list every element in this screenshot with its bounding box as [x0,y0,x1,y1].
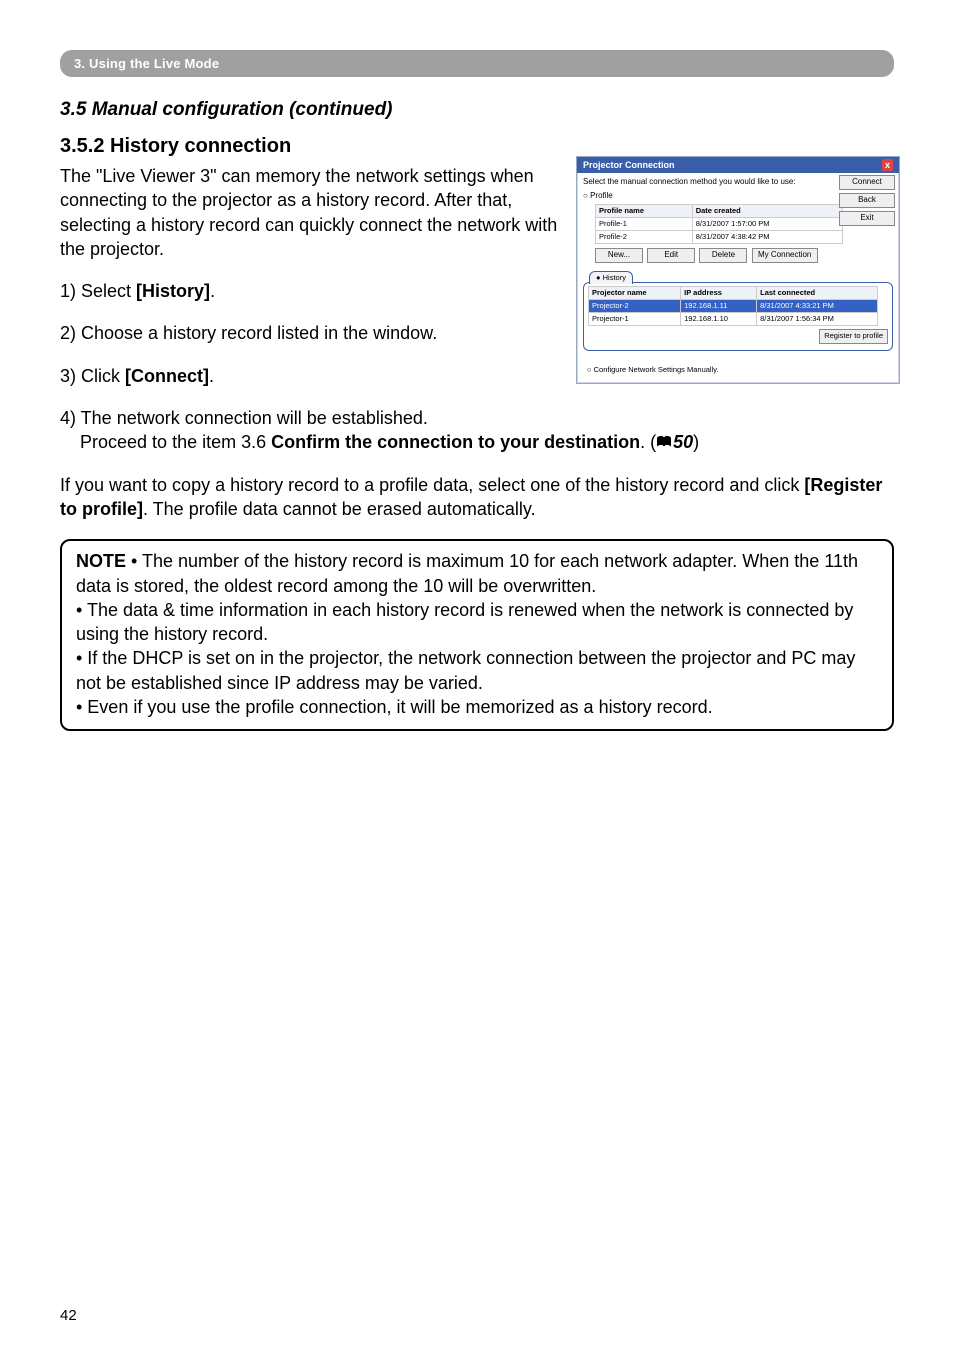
intro-paragraph: The "Live Viewer 3" can memory the netwo… [60,164,570,261]
table-row[interactable]: Profile-18/31/2007 1:57:00 PM [596,217,843,230]
book-icon [656,436,672,449]
hist-col-name: Projector name [589,287,681,300]
history-box: Projector nameIP addressLast connected P… [583,282,893,351]
hist-col-last: Last connected [757,287,878,300]
note-bullet-4: • Even if you use the profile connection… [76,697,713,717]
profile-table: Profile nameDate created Profile-18/31/2… [595,204,843,244]
delete-button[interactable]: Delete [699,248,747,263]
back-button[interactable]: Back [839,193,895,208]
step1-bold: [History] [136,281,210,301]
radio-history-label: History [603,273,626,282]
step-1: 1) Select [History]. [60,279,570,303]
hist-col-ip: IP address [681,287,757,300]
page-number: 42 [60,1307,77,1324]
step4-ref: 50 [673,432,693,452]
step1-post: . [210,281,215,301]
dialog-screenshot: Projector Connection x Connect Back Exit… [576,156,900,384]
note-bullet-3: • If the DHCP is set on in the projector… [76,648,855,692]
table-row[interactable]: Projector-1192.168.1.108/31/2007 1:56:34… [589,313,878,326]
cell: 8/31/2007 4:33:21 PM [757,300,878,313]
dialog-instruction: Select the manual connection method you … [583,177,823,188]
section-heading: 3.5 Manual configuration (continued) [60,99,894,121]
cfg-manual-label: Configure Network Settings Manually. [594,365,719,374]
step4-line2-post: . ( [640,432,656,452]
table-row[interactable]: Projector-2192.168.1.118/31/2007 4:33:21… [589,300,878,313]
para2-post: . The profile data cannot be erased auto… [143,499,536,519]
step4-close: ) [693,432,699,452]
profile-col-date: Date created [692,204,842,217]
step4-line1: 4) The network connection will be establ… [60,408,428,428]
cell: 8/31/2007 4:38:42 PM [692,230,842,243]
note-bullet-2: • The data & time information in each hi… [76,600,853,644]
radio-profile-label: Profile [590,191,613,200]
history-table: Projector nameIP addressLast connected P… [588,286,878,326]
note-box: NOTE • The number of the history record … [60,539,894,731]
step-4: 4) The network connection will be establ… [60,406,894,455]
close-icon[interactable]: x [882,159,893,171]
cell: 8/31/2007 1:56:34 PM [757,313,878,326]
cell: 8/31/2007 1:57:00 PM [692,217,842,230]
radio-history[interactable]: ● History [589,271,633,284]
cell: Projector-2 [589,300,681,313]
note-label: NOTE [76,551,126,571]
register-to-profile-button[interactable]: Register to profile [819,329,888,343]
radio-configure-manually[interactable]: ○ Configure Network Settings Manually. [587,365,893,375]
profile-col-name: Profile name [596,204,693,217]
edit-button[interactable]: Edit [647,248,695,263]
step3-post: . [209,366,214,386]
cell: 192.168.1.11 [681,300,757,313]
step-2: 2) Choose a history record listed in the… [60,321,570,345]
my-connection-button[interactable]: My Connection [752,248,818,263]
new-button[interactable]: New... [595,248,643,263]
connect-button[interactable]: Connect [839,175,895,190]
step4-line2-pre: Proceed to the item 3.6 [80,432,271,452]
dialog-titlebar: Projector Connection x [577,157,899,173]
step3-pre: 3) Click [60,366,125,386]
step4-line2-bold: Confirm the connection to your destinati… [271,432,640,452]
dialog-title-text: Projector Connection [583,159,675,171]
subsection-heading: 3.5.2 History connection [60,135,894,158]
copy-history-paragraph: If you want to copy a history record to … [60,473,894,522]
para2-pre: If you want to copy a history record to … [60,475,804,495]
note-bullet-1: • The number of the history record is ma… [76,551,858,595]
cell: Profile-2 [596,230,693,243]
exit-button[interactable]: Exit [839,211,895,226]
step3-bold: [Connect] [125,366,209,386]
cell: Profile-1 [596,217,693,230]
cell: Projector-1 [589,313,681,326]
table-row[interactable]: Profile-28/31/2007 4:38:42 PM [596,230,843,243]
breadcrumb: 3. Using the Live Mode [60,50,894,77]
step1-pre: 1) Select [60,281,136,301]
cell: 192.168.1.10 [681,313,757,326]
